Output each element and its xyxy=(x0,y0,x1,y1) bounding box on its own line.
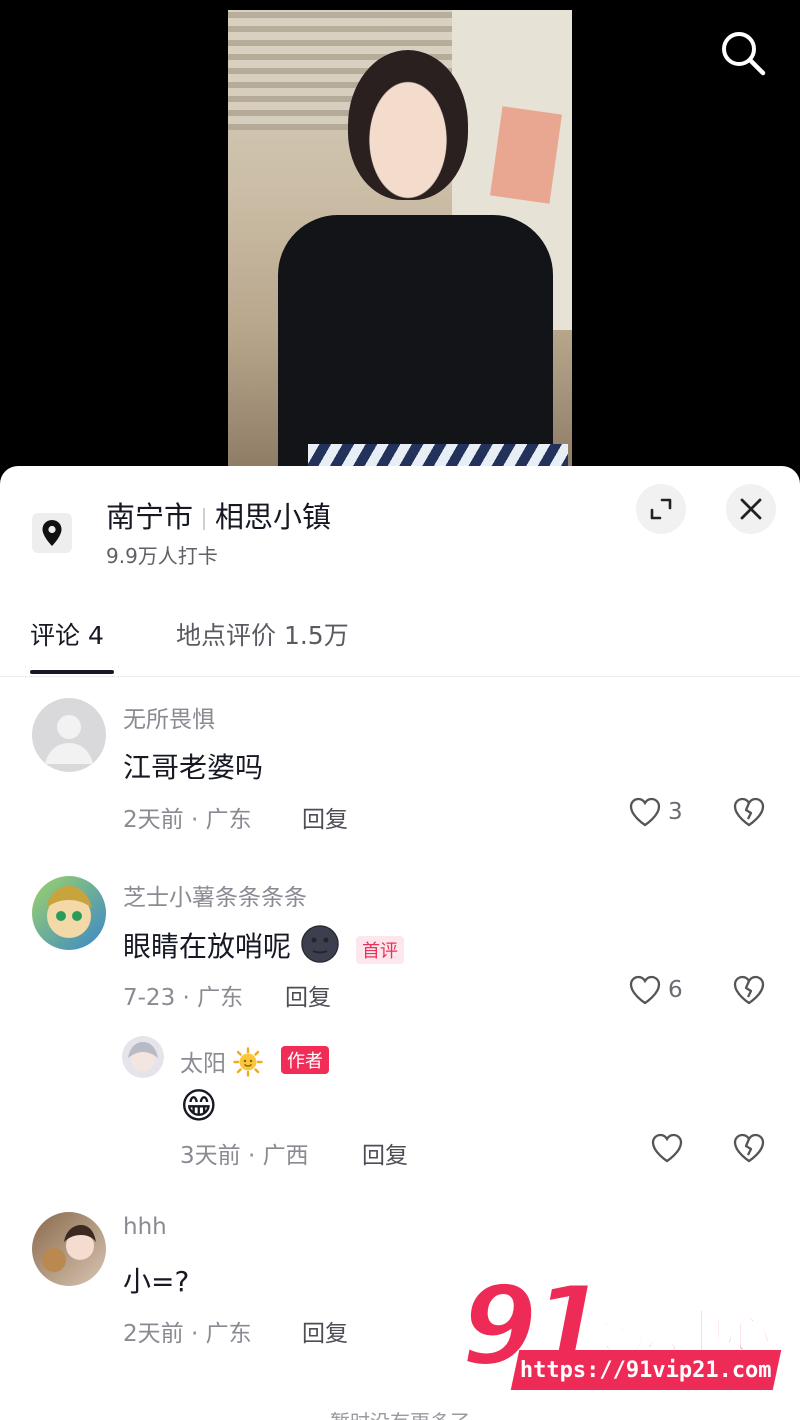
location-pin-icon xyxy=(32,513,72,553)
like-count: 3 xyxy=(668,799,683,825)
tab-place-reviews[interactable]: 地点评价 1.5万 xyxy=(176,616,349,652)
comment-author[interactable]: 无所畏惧 xyxy=(123,700,215,734)
watermark-url: https://91vip21.com xyxy=(520,1357,772,1383)
video-person-head xyxy=(348,50,468,200)
video-person-body xyxy=(278,215,553,468)
search-icon[interactable] xyxy=(718,28,768,78)
like-count: 6 xyxy=(668,977,683,1003)
like-button[interactable]: 3 xyxy=(628,796,683,828)
video-striped-cloth xyxy=(308,444,568,468)
author-badge: 作者 xyxy=(281,1046,329,1074)
avatar[interactable] xyxy=(32,698,106,772)
reply-text: 😁 xyxy=(180,1086,218,1127)
title-divider xyxy=(203,508,206,530)
comment-text: 江哥老婆吗 xyxy=(123,751,264,784)
close-icon xyxy=(740,498,762,520)
sun-icon xyxy=(233,1047,264,1077)
comment-meta: 7-23 · 广东 xyxy=(123,985,244,1011)
reply-meta: 3天前 · 广西 xyxy=(180,1143,309,1169)
active-tab-indicator xyxy=(30,670,114,674)
reply-button[interactable]: 回复 xyxy=(302,800,348,834)
expand-button[interactable] xyxy=(636,484,686,534)
checkin-count: 9.9万人打卡 xyxy=(106,544,218,568)
comment-meta: 2天前 · 广东 xyxy=(123,807,252,833)
dislike-button[interactable] xyxy=(732,796,766,832)
broken-heart-icon xyxy=(733,797,765,827)
watermark-url-band: https://91vip21.com xyxy=(510,1350,782,1390)
expand-icon xyxy=(650,498,672,520)
tab-bar: 评论 4 地点评价 1.5万 xyxy=(0,606,800,677)
comment-meta: 2天前 · 广东 xyxy=(123,1321,252,1347)
dislike-button[interactable] xyxy=(732,1132,766,1168)
like-button[interactable] xyxy=(650,1132,684,1164)
new-moon-face-icon xyxy=(301,925,339,963)
heart-icon xyxy=(629,975,661,1005)
like-button[interactable]: 6 xyxy=(628,974,683,1006)
video-poster xyxy=(490,106,562,204)
reply-avatar[interactable] xyxy=(122,1036,164,1078)
comment-text: 眼睛在放哨呢 xyxy=(123,924,340,965)
dislike-button[interactable] xyxy=(732,974,766,1010)
comment-author[interactable]: hhh xyxy=(123,1214,167,1240)
close-button[interactable] xyxy=(726,484,776,534)
location-city: 南宁市 xyxy=(106,500,194,534)
comment-text-content: 眼睛在放哨呢 xyxy=(123,930,292,963)
broken-heart-icon xyxy=(733,1133,765,1163)
heart-icon xyxy=(651,1133,683,1163)
comment-text: 小=? xyxy=(123,1265,190,1298)
location-title[interactable]: 南宁市 相思小镇 xyxy=(106,494,331,536)
avatar[interactable] xyxy=(32,1212,106,1286)
reply-button[interactable]: 回复 xyxy=(302,1314,348,1348)
reply-author[interactable]: 太阳 xyxy=(180,1044,264,1078)
avatar[interactable] xyxy=(32,876,106,950)
no-more-text: 暂时没有更多了 xyxy=(0,1406,800,1420)
location-place: 相思小镇 xyxy=(215,500,332,534)
broken-heart-icon xyxy=(733,975,765,1005)
tab-comments[interactable]: 评论 4 xyxy=(30,616,104,652)
reply-button[interactable]: 回复 xyxy=(285,978,331,1012)
first-comment-badge: 首评 xyxy=(356,936,404,964)
comment-author[interactable]: 芝士小薯条条条条 xyxy=(123,878,307,912)
reply-author-name: 太阳 xyxy=(180,1051,226,1077)
video-player[interactable] xyxy=(228,10,572,468)
watermark-logo: 91 吃瓜中心 https://91vip21.com xyxy=(455,1261,785,1398)
reply-button[interactable]: 回复 xyxy=(362,1136,408,1170)
heart-icon xyxy=(629,797,661,827)
